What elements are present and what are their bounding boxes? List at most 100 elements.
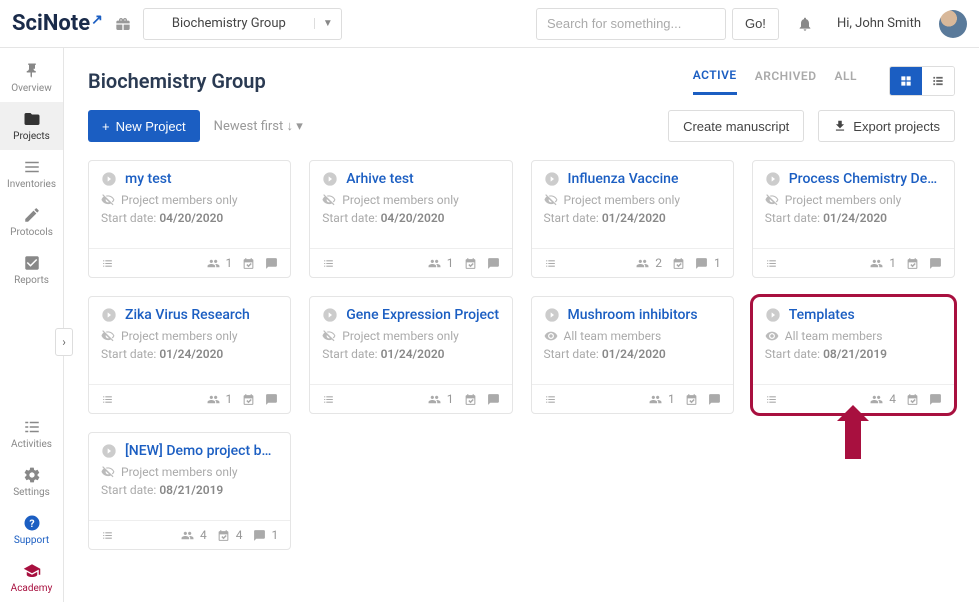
arrow-circle-icon (101, 307, 117, 323)
members-icon[interactable] (207, 257, 220, 270)
comment-icon[interactable] (265, 257, 278, 270)
sidebar-item-label: Reports (14, 275, 49, 286)
list-icon[interactable] (544, 257, 557, 270)
calendar-icon[interactable] (217, 529, 230, 542)
logo[interactable]: SciNote↗ (12, 11, 103, 36)
members-icon[interactable] (870, 257, 883, 270)
card-footer: 1 (89, 384, 290, 413)
members-icon[interactable] (428, 257, 441, 270)
calendar-icon[interactable] (685, 393, 698, 406)
project-card[interactable]: Gene Expression ProjectProject members o… (309, 296, 512, 414)
search-input[interactable] (536, 8, 726, 40)
list-icon[interactable] (101, 257, 114, 270)
calendar-icon[interactable] (906, 257, 919, 270)
team-selector[interactable]: Biochemistry Group ▼ (143, 8, 342, 40)
project-title[interactable]: my test (125, 171, 172, 187)
sidebar-item-reports[interactable]: Reports (0, 246, 63, 294)
project-title[interactable]: Process Chemistry De… (789, 171, 937, 187)
members-icon[interactable] (870, 393, 883, 406)
project-title[interactable]: Gene Expression Project (346, 307, 499, 323)
list-icon[interactable] (322, 393, 335, 406)
members-icon[interactable] (649, 393, 662, 406)
sidebar-item-academy[interactable]: Academy (0, 554, 63, 602)
card-body: All team members Start date: 08/21/2019 (753, 329, 954, 384)
sidebar-item-activities[interactable]: Activities (0, 410, 63, 458)
project-title[interactable]: [NEW] Demo project b… (125, 443, 271, 459)
calendar-icon[interactable] (464, 393, 477, 406)
help-icon: ? (23, 514, 41, 532)
sidebar-item-label: Overview (11, 83, 52, 94)
avatar[interactable] (939, 10, 967, 38)
list-icon[interactable] (544, 393, 557, 406)
project-grid: my testProject members onlyStart date: 0… (88, 160, 955, 550)
project-title[interactable]: Zika Virus Research (125, 307, 250, 323)
card-body: Project members onlyStart date: 04/20/20… (89, 193, 290, 248)
list-icon[interactable] (101, 529, 114, 542)
tab-active[interactable]: ACTIVE (693, 68, 737, 95)
sidebar-item-settings[interactable]: Settings (0, 458, 63, 506)
project-start-date: Start date: 04/20/2020 (101, 211, 278, 225)
comment-icon[interactable] (487, 257, 500, 270)
sidebar-item-protocols[interactable]: Protocols (0, 198, 63, 246)
new-project-button[interactable]: + New Project (88, 110, 200, 142)
members-icon[interactable] (636, 257, 649, 270)
list-icon[interactable] (101, 393, 114, 406)
visibility-icon (101, 465, 115, 479)
comment-icon[interactable] (253, 529, 266, 542)
project-visibility: All team members (765, 329, 942, 343)
comment-icon[interactable] (695, 257, 708, 270)
project-title[interactable]: Influenza Vaccine (568, 171, 679, 187)
sidebar-expand-handle[interactable]: › (55, 328, 73, 356)
comment-icon[interactable] (708, 393, 721, 406)
calendar-icon[interactable] (672, 257, 685, 270)
project-title[interactable]: Mushroom inhibitors (568, 307, 698, 323)
project-card[interactable]: Arhive testProject members onlyStart dat… (309, 160, 512, 278)
export-projects-button[interactable]: Export projects (818, 110, 955, 142)
sidebar-item-overview[interactable]: Overview (0, 54, 63, 102)
gift-icon[interactable] (115, 16, 131, 32)
project-card[interactable]: Templates All team members Start date: 08/… (752, 296, 955, 414)
tab-all[interactable]: ALL (835, 69, 857, 93)
list-view-button[interactable] (922, 67, 954, 95)
members-icon[interactable] (181, 529, 194, 542)
project-card[interactable]: Mushroom inhibitorsAll team membersStart… (531, 296, 734, 414)
project-title[interactable]: Templates (789, 307, 855, 323)
members-count: 1 (226, 256, 233, 270)
bell-icon[interactable] (791, 16, 819, 32)
comment-icon[interactable] (265, 393, 278, 406)
list-icon[interactable] (765, 393, 778, 406)
create-manuscript-button[interactable]: Create manuscript (668, 110, 804, 142)
project-card[interactable]: Zika Virus ResearchProject members onlyS… (88, 296, 291, 414)
page-header: Biochemistry Group ACTIVE ARCHIVED ALL (88, 66, 955, 96)
project-visibility: Project members only (765, 193, 942, 207)
project-card[interactable]: my test Project members onlyStart date: 0… (88, 160, 291, 278)
sidebar-item-projects[interactable]: Projects (0, 102, 63, 150)
project-card[interactable]: [NEW] Demo project b…Project members onl… (88, 432, 291, 550)
comments-count: 1 (714, 256, 721, 270)
project-title[interactable]: Arhive test (346, 171, 413, 187)
sidebar-item-label: Protocols (10, 227, 53, 238)
project-start-date: Start date: 01/24/2020 (322, 347, 499, 361)
sidebar: Overview Projects Inventories Protocols … (0, 48, 64, 602)
calendar-icon[interactable] (242, 257, 255, 270)
project-start-date: Start date: 08/21/2019 (765, 347, 942, 361)
sort-dropdown[interactable]: Newest first ↓ ▾ (214, 118, 303, 134)
project-card[interactable]: Process Chemistry De… Project members onl… (752, 160, 955, 278)
search-go-button[interactable]: Go! (732, 8, 779, 40)
calendar-icon[interactable] (906, 393, 919, 406)
comment-icon[interactable] (929, 257, 942, 270)
team-selector-label: Biochemistry Group (144, 16, 314, 31)
sidebar-item-inventories[interactable]: Inventories (0, 150, 63, 198)
sidebar-item-support[interactable]: ? Support (0, 506, 63, 554)
calendar-icon[interactable] (242, 393, 255, 406)
calendar-icon[interactable] (464, 257, 477, 270)
members-icon[interactable] (428, 393, 441, 406)
comment-icon[interactable] (487, 393, 500, 406)
grid-view-button[interactable] (890, 67, 922, 95)
comment-icon[interactable] (929, 393, 942, 406)
list-icon[interactable] (322, 257, 335, 270)
project-card[interactable]: Influenza VaccineProject members onlySta… (531, 160, 734, 278)
members-icon[interactable] (207, 393, 220, 406)
list-icon[interactable] (765, 257, 778, 270)
tab-archived[interactable]: ARCHIVED (755, 69, 817, 93)
